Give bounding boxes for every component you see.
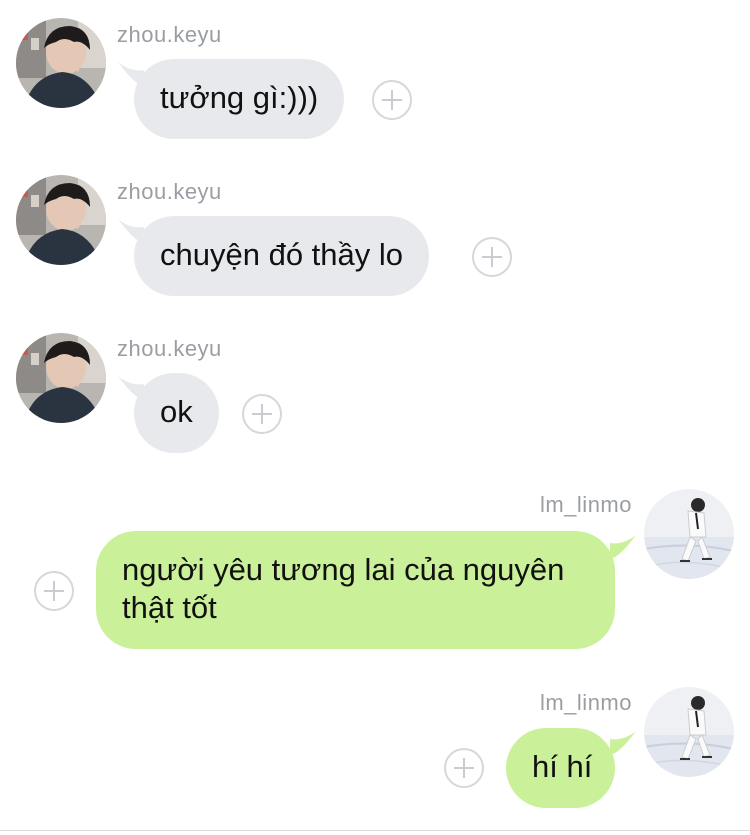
user-avatar-boy-icon bbox=[16, 18, 106, 108]
sender-avatar[interactable] bbox=[16, 175, 106, 265]
user-avatar-boy-icon bbox=[16, 175, 106, 265]
sender-avatar[interactable] bbox=[644, 687, 734, 777]
sender-avatar[interactable] bbox=[16, 18, 106, 108]
add-reaction-plus-icon[interactable] bbox=[242, 394, 282, 434]
add-reaction-plus-icon[interactable] bbox=[472, 237, 512, 277]
bubble-tail bbox=[610, 731, 636, 755]
chat-thread: zhou.keyu tưởng gì:))) zhou.keyu chuyện … bbox=[0, 0, 750, 835]
add-reaction-plus-icon[interactable] bbox=[444, 748, 484, 788]
sender-name: lm_linmo bbox=[539, 690, 632, 715]
sender-name: lm_linmo bbox=[539, 492, 632, 517]
user-avatar-skater-icon bbox=[644, 489, 734, 579]
message-bubble[interactable]: hí hí bbox=[506, 728, 615, 808]
sender-name: zhou.keyu bbox=[117, 336, 222, 361]
message-bubble[interactable]: tưởng gì:))) bbox=[134, 59, 345, 139]
sender-avatar[interactable] bbox=[644, 489, 734, 579]
composer-divider bbox=[0, 830, 750, 831]
message-bubble[interactable]: chuyện đó thầy lo bbox=[134, 216, 430, 296]
message-bubble[interactable]: người yêu tương lai của nguyên thật tốt bbox=[96, 531, 615, 649]
user-avatar-boy-icon bbox=[16, 333, 106, 423]
add-reaction-plus-icon[interactable] bbox=[34, 571, 74, 611]
add-reaction-plus-icon[interactable] bbox=[372, 80, 412, 120]
sender-avatar[interactable] bbox=[16, 333, 106, 423]
sender-name: zhou.keyu bbox=[117, 22, 222, 47]
user-avatar-skater-icon bbox=[644, 687, 734, 777]
message-bubble[interactable]: ok bbox=[134, 373, 219, 453]
sender-name: zhou.keyu bbox=[117, 179, 222, 204]
